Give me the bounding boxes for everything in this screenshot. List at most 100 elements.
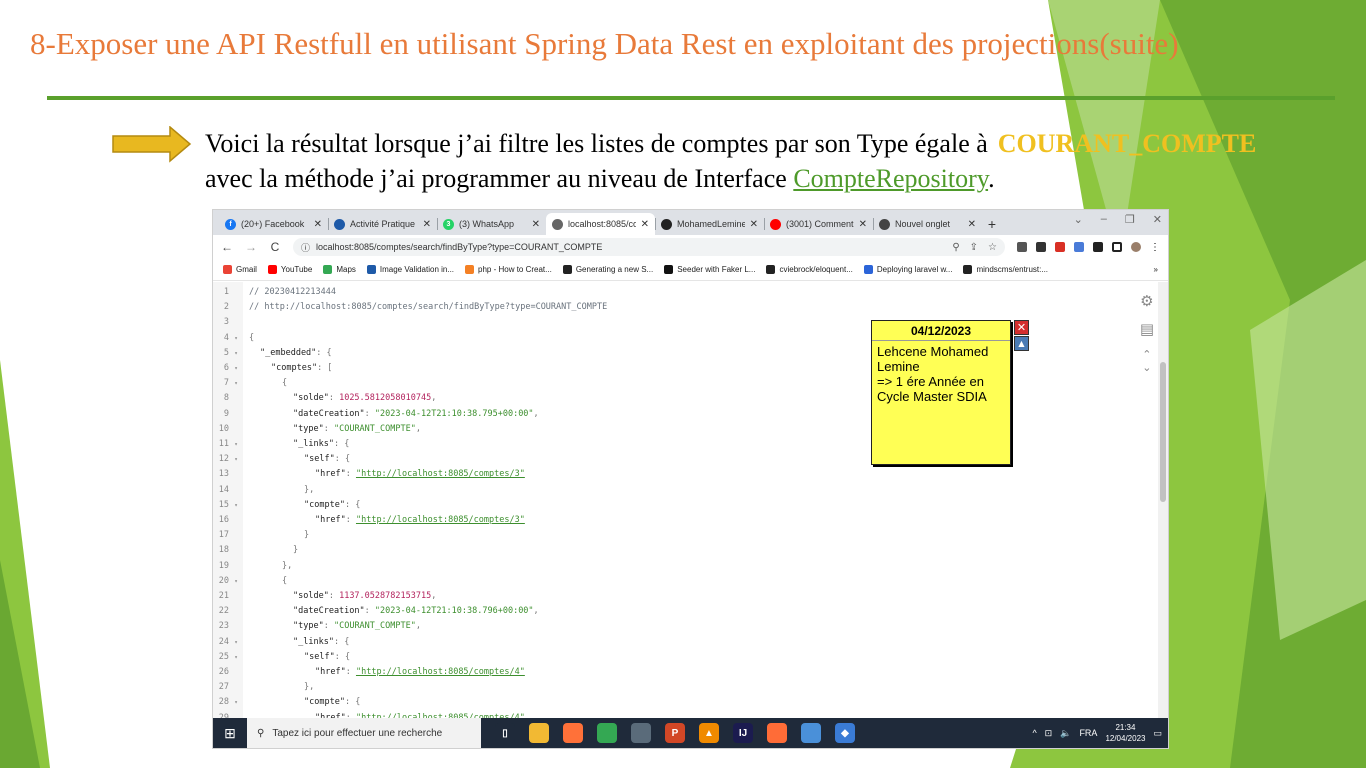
tab[interactable]: localhost:8085/co ✕ [546, 213, 655, 235]
forward-icon[interactable]: → [245, 240, 257, 254]
vlc-icon[interactable]: ▲ [699, 723, 719, 743]
minimize-note-icon[interactable]: ▲ [1014, 336, 1029, 351]
bookmark-item[interactable]: YouTube [267, 265, 312, 274]
close-tab-icon[interactable]: ✕ [968, 219, 976, 230]
close-tab-icon[interactable]: ✕ [532, 219, 540, 230]
search-placeholder: Tapez ici pour effectuer une recherche [272, 727, 443, 739]
tab[interactable]: f (20+) Facebook ✕ [219, 213, 328, 235]
tab-search-icon[interactable]: ⌄ [1074, 213, 1083, 226]
minimize-button[interactable]: – [1101, 213, 1107, 226]
github-icon [661, 218, 672, 230]
info-icon[interactable]: ⓘ [301, 241, 310, 254]
close-tab-icon[interactable]: ✕ [859, 219, 867, 230]
fold-toggle-icon[interactable]: ▾ [229, 346, 243, 361]
restore-button[interactable]: ❐ [1125, 213, 1135, 226]
code-token: : { [334, 454, 351, 465]
code-token: } [304, 530, 310, 541]
fold-toggle-icon[interactable]: ▾ [229, 437, 243, 452]
extension-icon[interactable] [1017, 242, 1027, 252]
tab[interactable]: (3001) Comment ✕ [764, 213, 873, 235]
extension-icon[interactable] [1036, 242, 1046, 252]
line-number: 27 [218, 682, 229, 693]
bookmark-item[interactable]: php - How to Creat... [465, 265, 552, 274]
tab[interactable]: Nouvel onglet ✕ [873, 213, 982, 235]
close-tab-icon[interactable]: ✕ [750, 219, 758, 230]
scrollbar-thumb[interactable] [1160, 362, 1166, 502]
back-icon[interactable]: ← [221, 240, 233, 254]
fold-toggle-icon[interactable]: ▾ [229, 650, 243, 665]
bookmark-item[interactable]: mindscms/entrust:... [963, 265, 1048, 274]
sidepanel-icon[interactable] [1112, 242, 1122, 252]
fold-toggle-icon[interactable]: ▾ [229, 361, 243, 376]
json-link[interactable]: "http://localhost:8085/comptes/4" [356, 667, 525, 677]
tab[interactable]: 3 (3) WhatsApp ✕ [437, 213, 546, 235]
notes-icon[interactable] [801, 723, 821, 743]
close-tab-icon[interactable]: ✕ [314, 219, 322, 230]
window-controls: ⌄ – ❐ ✕ [1074, 213, 1162, 226]
zoom-icon[interactable]: ⚲ [952, 242, 959, 253]
taskbar-search[interactable]: ⚲ Tapez ici pour effectuer une recherche [247, 718, 481, 748]
close-tab-icon[interactable]: ✕ [641, 219, 649, 230]
share-icon[interactable]: ⇪ [970, 242, 978, 253]
raw-file-icon[interactable]: ▤ [1140, 320, 1154, 338]
bookmark-favicon-icon [562, 265, 572, 274]
bookmark-item[interactable]: Image Validation in... [366, 265, 454, 274]
network-icon[interactable]: ⊡ [1045, 728, 1053, 739]
tab[interactable]: Activité Pratique ✕ [328, 213, 437, 235]
bookmarks-more-button[interactable]: » [1154, 265, 1158, 274]
close-icon[interactable]: ✕ [1014, 320, 1029, 335]
fold-toggle-icon[interactable]: ▾ [229, 376, 243, 391]
powerpoint-icon[interactable]: P [665, 723, 685, 743]
intellij-icon[interactable]: IJ [733, 723, 753, 743]
notification-icon[interactable]: ▭ [1153, 728, 1162, 739]
fold-toggle-icon[interactable]: ▾ [229, 331, 243, 346]
tab[interactable]: MohamedLemine ✕ [655, 213, 764, 235]
json-link[interactable]: "http://localhost:8085/comptes/3" [356, 469, 525, 479]
bookmark-star-icon[interactable]: ☆ [988, 242, 997, 253]
volume-icon[interactable]: 🔈 [1060, 728, 1071, 739]
bookmark-item[interactable]: cviebrock/eloquent... [766, 265, 853, 274]
firefox-icon[interactable] [563, 723, 583, 743]
bookmark-item[interactable]: Maps [323, 265, 356, 274]
clock[interactable]: 21:34 12/04/2023 [1105, 722, 1145, 744]
pdf-extension-icon[interactable] [1055, 242, 1065, 252]
menu-icon[interactable]: ⋮ [1150, 242, 1160, 253]
avatar[interactable] [1131, 242, 1141, 252]
puzzle-icon[interactable] [1093, 242, 1103, 252]
close-tab-icon[interactable]: ✕ [423, 219, 431, 230]
close-window-button[interactable]: ✕ [1153, 213, 1162, 226]
url-input[interactable]: ⓘ localhost:8085/comptes/search/findByTy… [293, 238, 1005, 256]
fold-toggle-icon[interactable]: ▾ [229, 695, 243, 710]
code-line: 28 ▾ "compte": { [213, 695, 1113, 710]
chrome-icon[interactable] [597, 723, 617, 743]
compte-repository-link[interactable]: CompteRepository [793, 164, 988, 193]
code-token: "2023-04-12T21:10:38.796+00:00" [374, 606, 534, 617]
gear-icon[interactable]: ⚙ [1140, 292, 1153, 310]
chevron-up-icon[interactable]: ^ [1032, 728, 1036, 738]
file-explorer-icon[interactable] [529, 723, 549, 743]
fold-toggle-icon[interactable]: ▾ [229, 498, 243, 513]
language-indicator[interactable]: FRA [1079, 728, 1097, 738]
bookmark-item[interactable]: Gmail [223, 265, 257, 274]
bookmark-item[interactable]: Seeder with Faker L... [664, 265, 755, 274]
reload-icon[interactable]: C [269, 240, 281, 254]
git-icon[interactable]: ◆ [835, 723, 855, 743]
collapse-icon[interactable]: ⌃ ⌄ [1142, 348, 1151, 374]
json-link[interactable]: "http://localhost:8085/comptes/3" [356, 515, 525, 525]
sticky-note[interactable]: 04/12/2023 Lehcene Mohamed Lemine => 1 é… [871, 320, 1011, 465]
bookmark-item[interactable]: Generating a new S... [562, 265, 653, 274]
fold-toggle-icon[interactable]: ▾ [229, 452, 243, 467]
new-tab-button[interactable]: + [982, 213, 1002, 235]
code-token: "solde" [293, 591, 329, 601]
code-token: "type" [293, 423, 324, 434]
app-icon[interactable] [631, 723, 651, 743]
postman-icon[interactable] [767, 723, 787, 743]
windows-start-icon[interactable]: ⊞ [213, 718, 247, 748]
bookmark-item[interactable]: Deploying laravel w... [863, 265, 952, 274]
taskview-icon[interactable]: ▯ [495, 723, 515, 743]
tab-label: localhost:8085/co [568, 219, 636, 229]
scrollbar[interactable] [1158, 282, 1168, 720]
fold-toggle-icon[interactable]: ▾ [229, 635, 243, 650]
translate-extension-icon[interactable] [1074, 242, 1084, 252]
fold-toggle-icon[interactable]: ▾ [229, 574, 243, 589]
